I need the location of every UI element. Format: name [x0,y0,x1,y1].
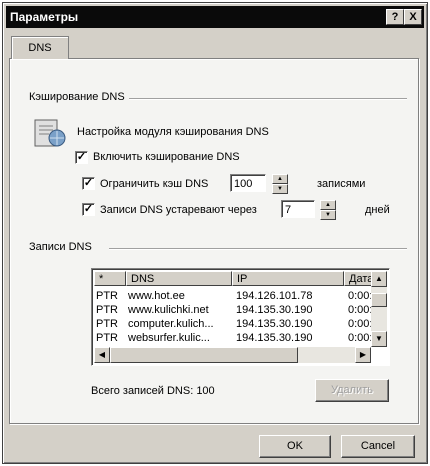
cancel-button[interactable]: Cancel [341,435,415,458]
enable-cache-label: Включить кэширование DNS [93,151,240,163]
enable-cache-checkbox[interactable]: ✓ [75,151,88,164]
dns-records-list[interactable]: * DNS IP Дата PTR www.hot.ee 194.126.101… [91,268,390,366]
scroll-thumb[interactable] [371,293,387,307]
expire-unit: дней [365,204,390,216]
title-bar[interactable]: Параметры ? X [6,6,424,28]
row-type: PTR [96,332,118,344]
vertical-scrollbar[interactable]: ▲ ▼ [371,271,387,347]
help-button[interactable]: ? [386,9,404,25]
limit-cache-checkbox[interactable]: ✓ [82,177,95,190]
column-header-ip[interactable]: IP [232,271,344,286]
limit-cache-label: Ограничить кэш DNS [100,178,209,190]
table-row[interactable]: PTR www.kulichki.net 194.135.30.190 0:00… [94,303,373,317]
cache-group-divider [129,98,407,100]
total-records-label: Всего записей DNS: 100 [91,385,215,397]
limit-cache-unit: записями [317,178,366,190]
records-group-divider [109,248,407,250]
delete-button[interactable]: Удалить [315,379,389,402]
cache-description: Настройка модуля кэширования DNS [77,126,269,138]
close-button[interactable]: X [404,9,422,25]
column-header-type[interactable]: * [94,271,126,286]
dns-settings-icon [34,119,66,147]
row-date: 0:00: [348,304,372,316]
scroll-thumb[interactable] [110,347,298,363]
table-row[interactable]: PTR websurfer.kulic... 194.135.30.190 0:… [94,331,373,345]
scroll-left-icon[interactable]: ◀ [94,347,110,363]
row-date: 0:00: [348,290,372,302]
row-ip: 194.126.101.78 [236,290,313,302]
limit-cache-spinner[interactable]: ▲ ▼ [272,174,288,194]
cache-group-title: Кэширование DNS [29,91,125,103]
row-dns: www.kulichki.net [128,304,209,316]
horizontal-scrollbar[interactable]: ◀ ▶ [94,347,371,363]
settings-dialog: Параметры ? X DNS Кэширование DNS Настро… [2,2,428,464]
row-type: PTR [96,304,118,316]
row-type: PTR [96,290,118,302]
row-dns: www.hot.ee [128,290,185,302]
table-row[interactable]: PTR www.hot.ee 194.126.101.78 0:00: [94,289,373,303]
row-ip: 194.135.30.190 [236,332,313,344]
scroll-down-icon[interactable]: ▼ [371,331,387,347]
spin-down-icon[interactable]: ▼ [320,210,336,220]
row-type: PTR [96,318,118,330]
ok-button[interactable]: OK [259,435,331,458]
row-date: 0:00: [348,318,372,330]
expire-spinner[interactable]: ▲ ▼ [320,200,336,220]
table-row[interactable]: PTR computer.kulich... 194.135.30.190 0:… [94,317,373,331]
expire-input[interactable]: 7 [281,200,315,218]
records-group-title: Записи DNS [29,241,92,253]
row-dns: websurfer.kulic... [128,332,210,344]
expire-label: Записи DNS устаревают через [100,204,257,216]
list-header: * DNS IP Дата [94,271,373,287]
limit-cache-input[interactable]: 100 [230,174,266,192]
window-title: Параметры [10,10,79,24]
expire-checkbox[interactable]: ✓ [82,203,95,216]
tab-dns[interactable]: DNS [11,36,69,59]
scroll-right-icon[interactable]: ▶ [355,347,371,363]
spin-up-icon[interactable]: ▲ [272,174,288,184]
row-ip: 194.135.30.190 [236,318,313,330]
row-ip: 194.135.30.190 [236,304,313,316]
column-header-dns[interactable]: DNS [126,271,232,286]
spin-up-icon[interactable]: ▲ [320,200,336,210]
spin-down-icon[interactable]: ▼ [272,184,288,194]
row-dns: computer.kulich... [128,318,214,330]
scroll-up-icon[interactable]: ▲ [371,271,387,287]
column-header-date[interactable]: Дата [344,271,373,286]
row-date: 0:00: [348,332,372,344]
